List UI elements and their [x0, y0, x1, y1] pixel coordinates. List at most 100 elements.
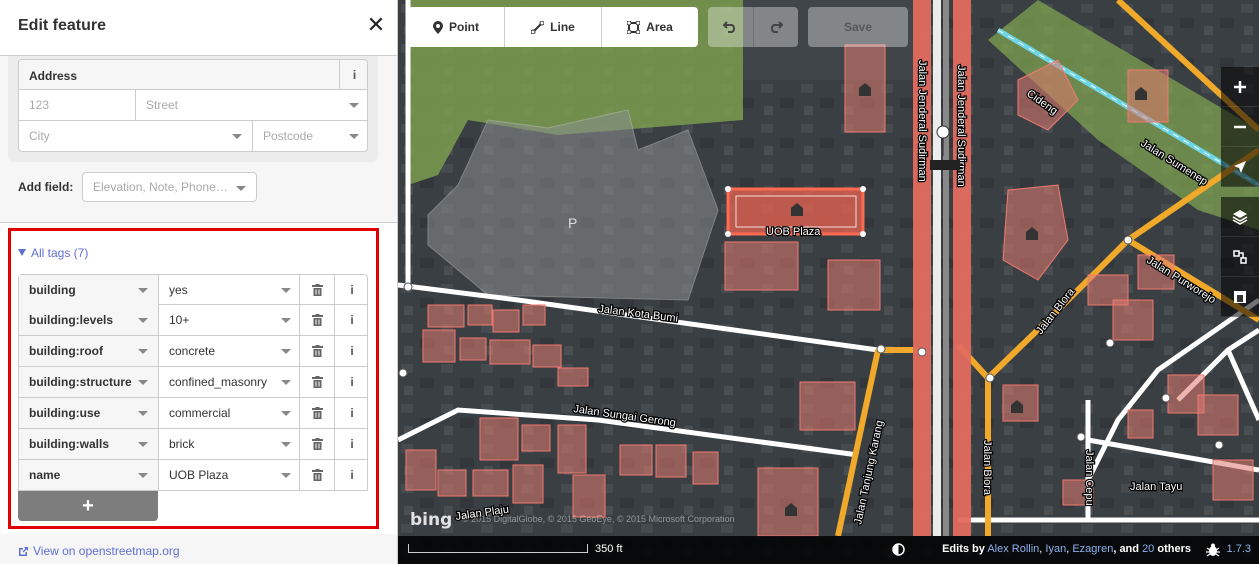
geolocate-button[interactable]	[1221, 147, 1259, 187]
contributor-link-3[interactable]: Ezagren	[1072, 543, 1113, 555]
tag-value-input[interactable]: commercial	[159, 398, 299, 428]
tag-key-input[interactable]: building:use	[19, 398, 159, 428]
contributors-icon	[892, 543, 905, 556]
others-count-link[interactable]: 20	[1142, 543, 1154, 555]
contributor-link-1[interactable]: Alex Rollin	[987, 543, 1039, 555]
chevron-down-icon	[281, 473, 291, 478]
tag-value-input[interactable]: brick	[159, 429, 299, 459]
all-tags-label: All tags (7)	[31, 246, 89, 260]
add-point-button[interactable]: Point	[408, 7, 505, 47]
trash-icon	[311, 314, 323, 326]
delete-tag-button[interactable]	[299, 460, 334, 490]
tag-key-input[interactable]: building:roof	[19, 336, 159, 366]
chevron-down-icon	[232, 134, 242, 139]
chevron-down-icon	[138, 442, 148, 447]
tag-info-icon[interactable]: i	[334, 429, 369, 459]
chevron-down-icon	[138, 380, 148, 385]
trash-icon	[311, 345, 323, 357]
contributor-link-2[interactable]: Iyan	[1045, 543, 1066, 555]
map-data-button[interactable]	[1221, 237, 1259, 277]
add-area-button[interactable]: Area	[602, 7, 698, 47]
add-field-placeholder: Elevation, Note, Phone…	[93, 180, 228, 194]
tag-info-icon[interactable]: i	[334, 398, 369, 428]
tag-editor: building yes i building:levels 10+ i building:…	[18, 274, 368, 491]
add-field-input[interactable]: Elevation, Note, Phone…	[82, 172, 257, 202]
scale-label: 350 ft	[595, 543, 623, 555]
tag-info-icon[interactable]: i	[334, 275, 369, 305]
all-tags-toggle[interactable]: All tags (7)	[18, 246, 88, 260]
tag-value-input[interactable]: 10+	[159, 305, 299, 335]
tag-value-text: commercial	[169, 406, 231, 420]
tag-value-input[interactable]: concrete	[159, 336, 299, 366]
street-placeholder: Street	[146, 98, 179, 112]
tag-row: building:roof concrete i	[18, 336, 368, 367]
delete-tag-button[interactable]	[299, 398, 334, 428]
address-info-icon[interactable]: i	[339, 60, 367, 90]
plus-icon	[1234, 80, 1246, 93]
bug-icon[interactable]	[1205, 542, 1221, 558]
chevron-down-icon	[281, 411, 291, 416]
layers-icon	[1232, 209, 1248, 225]
delete-tag-button[interactable]	[299, 336, 334, 366]
address-row-1: 123 Street	[19, 90, 367, 121]
chevron-down-icon	[236, 186, 246, 191]
tag-info-icon[interactable]: i	[334, 305, 369, 335]
tag-value-input[interactable]: UOB Plaza	[159, 460, 299, 490]
street-input[interactable]: Street	[135, 90, 367, 121]
delete-tag-button[interactable]	[299, 275, 334, 305]
tag-info-icon[interactable]: i	[334, 367, 369, 397]
map-canvas[interactable]: P UOB Plaza Jalan Kota Bumi Jalan Sungai…	[398, 0, 1259, 564]
tag-key-input[interactable]: name	[19, 460, 159, 490]
close-icon[interactable]: ✕	[365, 14, 387, 36]
tag-value-input[interactable]: yes	[159, 275, 299, 305]
tag-value-text: concrete	[169, 344, 216, 358]
delete-tag-button[interactable]	[299, 367, 334, 397]
delete-tag-button[interactable]	[299, 305, 334, 335]
address-label: Address	[29, 69, 78, 83]
tag-key-text: building:use	[29, 406, 101, 420]
chevron-down-icon	[349, 134, 359, 139]
line-icon	[531, 20, 545, 34]
line-label: Line	[550, 20, 575, 34]
version-link[interactable]: 1.7.3	[1227, 543, 1251, 555]
trash-icon	[311, 407, 323, 419]
trash-icon	[311, 469, 323, 481]
chevron-down-icon	[138, 288, 148, 293]
add-line-button[interactable]: Line	[505, 7, 602, 47]
save-button[interactable]: Save	[808, 7, 908, 47]
tag-key-input[interactable]: building:levels	[19, 305, 159, 335]
map-marker-icon	[433, 20, 443, 34]
delete-tag-button[interactable]	[299, 429, 334, 459]
chevron-down-icon	[138, 473, 148, 478]
tag-key-input[interactable]: building:walls	[19, 429, 159, 459]
tag-key-input[interactable]: building	[19, 275, 159, 305]
redo-button[interactable]	[754, 7, 799, 47]
view-on-osm-link[interactable]: View on openstreetmap.org	[18, 544, 180, 558]
chevron-down-icon	[281, 442, 291, 447]
redo-icon	[770, 21, 783, 33]
trash-icon	[311, 438, 323, 450]
external-link-icon	[19, 547, 28, 556]
add-tag-button[interactable]: +	[18, 491, 158, 521]
undo-button[interactable]	[708, 7, 754, 47]
issues-button[interactable]	[1221, 277, 1259, 317]
tag-value-input[interactable]: confined_masonry	[159, 367, 299, 397]
postcode-input[interactable]: Postcode	[252, 121, 367, 151]
tag-info-icon[interactable]: i	[334, 336, 369, 366]
housenumber-input[interactable]: 123	[19, 90, 135, 121]
city-input[interactable]: City	[19, 121, 252, 151]
chevron-down-icon	[349, 103, 359, 108]
zoom-out-button[interactable]	[1221, 107, 1259, 147]
map-controls	[1221, 67, 1259, 317]
scale-bar	[408, 544, 588, 553]
chevron-down-icon	[281, 288, 291, 293]
undo-icon	[723, 21, 736, 33]
tag-value-text: confined_masonry	[169, 375, 268, 389]
tag-info-icon[interactable]: i	[334, 460, 369, 490]
zoom-in-button[interactable]	[1221, 67, 1259, 107]
chevron-down-icon	[281, 349, 291, 354]
tag-key-text: building:levels	[29, 313, 114, 327]
tag-row: building:structure confined_masonry i	[18, 367, 368, 398]
tag-key-input[interactable]: building:structure	[19, 367, 159, 397]
background-settings-button[interactable]	[1221, 197, 1259, 237]
